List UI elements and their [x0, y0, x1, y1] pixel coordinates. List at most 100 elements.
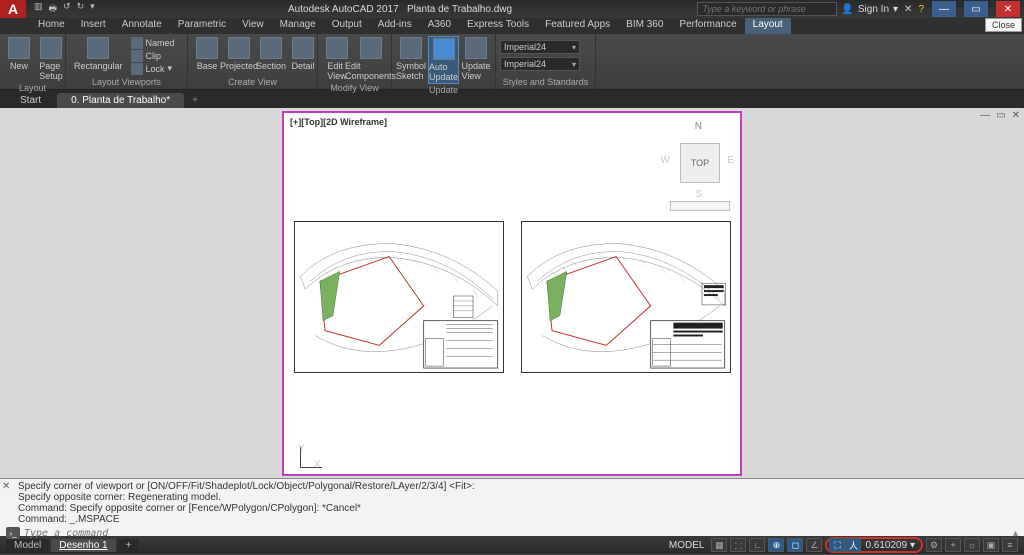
polar-icon[interactable]: ⊕: [768, 538, 784, 552]
viewcube-east[interactable]: E: [727, 155, 734, 166]
annotation-scale-icon[interactable]: ⛶: [829, 538, 845, 552]
customization-icon[interactable]: ≡: [1002, 538, 1018, 552]
grid-icon[interactable]: ▦: [711, 538, 727, 552]
app-logo[interactable]: A: [0, 0, 26, 18]
viewcube-west[interactable]: W: [661, 155, 670, 166]
annotation-visibility-icon[interactable]: 人: [845, 538, 861, 552]
auto-update-button[interactable]: Auto Update: [428, 36, 459, 84]
command-window-close-icon[interactable]: ✕: [2, 481, 10, 492]
panel-label: Layout: [4, 82, 61, 93]
command-history-line: Command: _.MSPACE: [18, 514, 1018, 525]
qat-icon[interactable]: ▥: [34, 1, 43, 17]
ribbon-tab-view[interactable]: View: [234, 18, 272, 34]
file-tab-start[interactable]: Start: [6, 93, 55, 108]
ribbon-tab-layout[interactable]: Layout: [745, 18, 791, 34]
viewcube-south[interactable]: S: [695, 189, 702, 200]
ribbon-tab-output[interactable]: Output: [324, 18, 370, 34]
command-window[interactable]: ✕ Specify corner of viewport or [ON/OFF/…: [0, 478, 1024, 536]
qat-icon[interactable]: ↻: [77, 1, 85, 17]
named-viewports-button[interactable]: Named: [129, 36, 177, 49]
ribbon-tab-parametric[interactable]: Parametric: [170, 18, 234, 34]
annotation-highlight: ⛶ 人 0.610209 ▾: [825, 537, 923, 553]
detail-view-button[interactable]: Detail: [288, 36, 318, 72]
update-view-button[interactable]: Update View: [461, 36, 491, 82]
sign-in-button[interactable]: 👤 Sign In ▾: [841, 4, 898, 15]
ribbon: New Page Setup Layout Rectangular Named …: [0, 34, 1024, 90]
exchange-icon[interactable]: ✕: [904, 4, 912, 15]
style-standard-combo-1[interactable]: Imperial24: [500, 40, 580, 54]
osnap-icon[interactable]: ◻: [787, 538, 803, 552]
close-tooltip: Close: [985, 18, 1022, 32]
command-history-line: Specify opposite corner: Regenerating mo…: [18, 492, 1018, 503]
viewcube-north[interactable]: N: [695, 121, 702, 132]
viewport-1[interactable]: [294, 221, 504, 373]
command-input[interactable]: [24, 528, 1009, 539]
axis-y-label: Y: [298, 443, 305, 454]
help-icon[interactable]: ?: [918, 4, 924, 15]
qat-icon[interactable]: ↺: [63, 1, 71, 17]
file-tab-strip: Start 0. Planta de Trabalho* +: [0, 90, 1024, 108]
workspace-icon[interactable]: ⚙: [926, 538, 942, 552]
edit-components-button[interactable]: Edit Components: [354, 36, 387, 82]
doc-restore-icon[interactable]: ▭: [996, 110, 1005, 121]
view-controls-dropdown[interactable]: [670, 201, 730, 211]
panel-label: Create View: [192, 76, 313, 87]
file-tab-new[interactable]: +: [186, 93, 204, 108]
projected-view-button[interactable]: Projected: [224, 36, 254, 72]
hardware-accel-icon[interactable]: +: [945, 538, 961, 552]
new-layout-button[interactable]: New: [4, 36, 34, 72]
ribbon-tab-express-tools[interactable]: Express Tools: [459, 18, 537, 34]
help-search-input[interactable]: [697, 2, 837, 16]
command-prompt-icon[interactable]: ›_: [6, 527, 20, 539]
ribbon-tab-a360[interactable]: A360: [420, 18, 459, 34]
command-history-line: Command: Specify opposite corner or [Fen…: [18, 503, 1018, 514]
ribbon-tab-manage[interactable]: Manage: [272, 18, 324, 34]
command-history-line: Specify corner of viewport or [ON/OFF/Fi…: [18, 481, 1018, 492]
ribbon-tab-insert[interactable]: Insert: [73, 18, 114, 34]
panel-label: Layout Viewports: [70, 76, 183, 87]
layout-tab-add[interactable]: +: [118, 539, 140, 552]
viewcube[interactable]: TOP: [680, 143, 720, 183]
window-minimize-button[interactable]: ―: [932, 1, 956, 17]
ribbon-tab-performance[interactable]: Performance: [671, 18, 744, 34]
space-indicator[interactable]: MODEL: [665, 540, 709, 551]
ribbon-tab-strip: HomeInsertAnnotateParametricViewManageOu…: [0, 18, 1024, 34]
axis-x-label: X: [314, 459, 321, 470]
ribbon-tab-add-ins[interactable]: Add-ins: [370, 18, 420, 34]
doc-close-icon[interactable]: ✕: [1012, 110, 1020, 121]
qat-icon[interactable]: 🖶: [49, 1, 58, 17]
window-close-button[interactable]: ✕: [996, 1, 1020, 17]
layout-tab[interactable]: Desenho 1: [51, 539, 115, 552]
doc-minimize-icon[interactable]: ―: [980, 110, 990, 121]
paper-space[interactable]: [+][Top][2D Wireframe] N W TOP E S: [282, 111, 742, 476]
command-menu-icon[interactable]: ▴: [1013, 528, 1018, 539]
snap-icon[interactable]: ⸬: [730, 538, 746, 552]
viewport-scale-value[interactable]: 0.610209 ▾: [861, 540, 919, 551]
clip-viewport-button[interactable]: Clip: [129, 49, 177, 62]
panel-label: Update: [396, 84, 491, 95]
otrack-icon[interactable]: ∠: [806, 538, 822, 552]
ribbon-tab-home[interactable]: Home: [30, 18, 73, 34]
quick-access-toolbar[interactable]: ▥ 🖶 ↺ ↻ ▾: [26, 1, 103, 17]
ribbon-tab-featured-apps[interactable]: Featured Apps: [537, 18, 618, 34]
style-standard-combo-2[interactable]: Imperial24: [500, 57, 580, 71]
ribbon-tab-bim-360[interactable]: BIM 360: [618, 18, 671, 34]
page-setup-button[interactable]: Page Setup: [36, 36, 66, 82]
window-maximize-button[interactable]: ▭: [964, 1, 988, 17]
file-tab-active[interactable]: 0. Planta de Trabalho*: [57, 93, 184, 108]
viewport-label[interactable]: [+][Top][2D Wireframe]: [290, 117, 387, 127]
rectangular-viewport-button[interactable]: Rectangular: [70, 36, 127, 72]
base-view-button[interactable]: Base: [192, 36, 222, 72]
viewport-2[interactable]: [521, 221, 731, 373]
model-space-tab[interactable]: Model: [6, 539, 49, 552]
lock-viewport-button[interactable]: Lock ▾: [129, 62, 177, 75]
section-view-button[interactable]: Section: [256, 36, 286, 72]
qat-icon[interactable]: ▾: [90, 1, 95, 17]
ortho-icon[interactable]: ∟: [749, 538, 765, 552]
clean-screen-icon[interactable]: ▣: [983, 538, 999, 552]
isolate-icon[interactable]: ☼: [964, 538, 980, 552]
ribbon-tab-annotate[interactable]: Annotate: [114, 18, 170, 34]
drawing-area[interactable]: ― ▭ ✕ [+][Top][2D Wireframe] N W TOP E S: [0, 108, 1024, 478]
window-title: Autodesk AutoCAD 2017 Planta de Trabalho…: [103, 4, 698, 15]
symbol-sketch-button[interactable]: Symbol Sketch: [396, 36, 426, 82]
